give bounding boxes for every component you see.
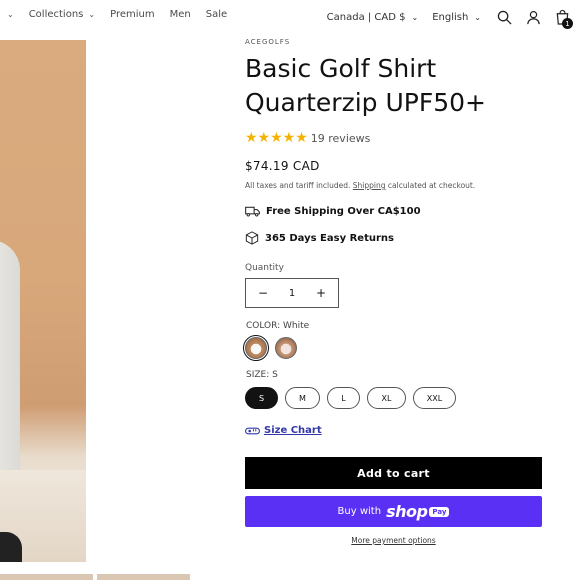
nav-item-label: Men bbox=[169, 9, 191, 20]
tax-note-text: All taxes and tariff included. bbox=[245, 181, 351, 190]
perk-text: Free Shipping Over CA$100 bbox=[266, 206, 421, 217]
top-nav: ⌄ Collections ⌄ Premium Men Sale Canada … bbox=[0, 0, 580, 32]
product-price: $74.19 CAD bbox=[245, 159, 320, 173]
ruler-icon bbox=[245, 427, 260, 434]
truck-icon bbox=[245, 206, 260, 217]
perk-text: 365 Days Easy Returns bbox=[265, 232, 394, 244]
nav-menu: ⌄ Collections ⌄ Premium Men Sale bbox=[0, 9, 242, 20]
swatch-pink[interactable] bbox=[275, 337, 297, 359]
plus-icon[interactable]: + bbox=[316, 286, 326, 300]
chevron-down-icon: ⌄ bbox=[88, 10, 96, 19]
buy-with-label: Buy with bbox=[337, 506, 382, 517]
size-options: S M L XL XXL bbox=[245, 387, 545, 409]
country-label: Canada | CAD $ bbox=[326, 11, 406, 23]
search-icon[interactable] bbox=[494, 7, 514, 27]
thumbnail-strip bbox=[0, 574, 190, 580]
thumbnail[interactable] bbox=[97, 574, 190, 580]
review-count: 19 reviews bbox=[310, 131, 371, 145]
nav-item-sale[interactable]: Sale bbox=[206, 9, 227, 20]
quantity-stepper: − 1 + bbox=[245, 278, 339, 308]
country-selector[interactable]: Canada | CAD $ ⌄ bbox=[327, 12, 419, 23]
shop-logo: shop bbox=[386, 502, 428, 521]
nav-item-label: Sale bbox=[205, 9, 228, 20]
size-option-xl[interactable]: XL bbox=[367, 387, 406, 409]
star-rating-icon: ★★★★★ bbox=[245, 130, 308, 146]
nav-item-men[interactable]: Men bbox=[170, 9, 191, 20]
nav-item-hidden[interactable]: ⌄ bbox=[2, 10, 14, 19]
shipping-link[interactable]: Shipping bbox=[353, 181, 386, 190]
nav-item-premium[interactable]: Premium bbox=[110, 9, 155, 20]
quantity-label: Quantity bbox=[245, 263, 284, 273]
cart-count-badge: 1 bbox=[562, 18, 573, 29]
perk-free-shipping: Free Shipping Over CA$100 bbox=[245, 206, 545, 217]
size-option-s[interactable]: S bbox=[245, 387, 278, 409]
box-icon bbox=[245, 231, 259, 245]
pay-badge: Pay bbox=[429, 506, 450, 517]
nav-item-label: Premium bbox=[110, 9, 155, 20]
size-chart-link[interactable]: Size Chart bbox=[245, 425, 545, 436]
chevron-down-icon: ⌄ bbox=[474, 12, 481, 22]
size-chart-label: Size Chart bbox=[264, 425, 322, 436]
rating[interactable]: ★★★★★ 19 reviews bbox=[245, 130, 545, 146]
account-icon[interactable] bbox=[523, 7, 543, 27]
thumbnail[interactable] bbox=[0, 574, 93, 580]
size-option-m[interactable]: M bbox=[285, 387, 320, 409]
tax-note-text: calculated at checkout. bbox=[387, 181, 476, 190]
swatch-white[interactable] bbox=[243, 335, 269, 361]
tax-note: All taxes and tariff included. Shipping … bbox=[245, 181, 545, 190]
product-info: ACEGOLFS Basic Golf Shirt Quarterzip UPF… bbox=[243, 38, 545, 545]
size-option-l[interactable]: L bbox=[327, 387, 360, 409]
color-swatches bbox=[243, 335, 545, 361]
language-label: English bbox=[432, 11, 469, 23]
cart-icon[interactable]: 1 bbox=[552, 7, 573, 29]
product-image[interactable] bbox=[0, 40, 86, 562]
chevron-down-icon: ⌄ bbox=[411, 12, 419, 22]
nav-item-collections[interactable]: Collections ⌄ bbox=[29, 9, 95, 20]
product-shirt-shape bbox=[0, 240, 20, 500]
size-option-xxl[interactable]: XXL bbox=[413, 387, 456, 409]
more-payment-options-link[interactable]: More payment options bbox=[245, 536, 542, 545]
add-to-cart-button[interactable]: Add to cart bbox=[245, 457, 542, 489]
size-label: SIZE: S bbox=[246, 370, 278, 380]
language-selector[interactable]: English ⌄ bbox=[432, 12, 481, 23]
product-title: Basic Golf Shirt Quarterzip UPF50+ bbox=[245, 54, 486, 117]
nav-item-label: Collections bbox=[28, 9, 84, 20]
nav-utilities: Canada | CAD $ ⌄ English ⌄ 1 bbox=[327, 7, 573, 29]
vendor-name: ACEGOLFS bbox=[245, 38, 291, 46]
minus-icon[interactable]: − bbox=[258, 286, 268, 300]
color-label: COLOR: White bbox=[246, 321, 310, 331]
perk-easy-returns: 365 Days Easy Returns bbox=[245, 231, 545, 245]
shop-pay-button[interactable]: Buy with shop Pay bbox=[245, 496, 542, 527]
chevron-down-icon: ⌄ bbox=[7, 10, 14, 19]
quantity-value[interactable]: 1 bbox=[289, 288, 295, 299]
